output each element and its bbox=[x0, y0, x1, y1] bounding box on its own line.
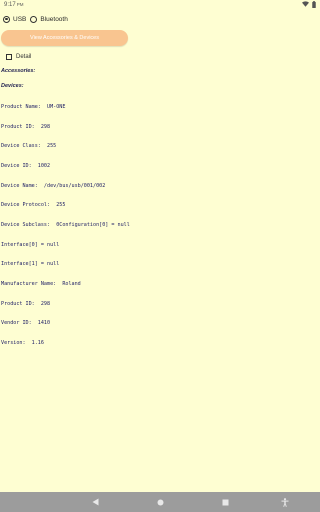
device-info-line: Device ID: 1002 bbox=[1, 163, 51, 170]
device-info-line: Device Class: 255 bbox=[1, 143, 57, 150]
recents-icon[interactable] bbox=[220, 497, 230, 507]
device-info-line: Product ID: 298 bbox=[1, 300, 51, 307]
app-screen: 9:17PM USB Bluetooth View Accessories & … bbox=[0, 0, 320, 512]
usb-radio-option[interactable]: USB bbox=[3, 15, 27, 23]
device-info-list: Product Name: UM-ONE Product ID: 298 Dev… bbox=[1, 91, 130, 359]
view-accessories-button[interactable]: View Accessories & Devices bbox=[1, 30, 128, 46]
device-info-line: Device Subclass: 0Configuration[0] = nul… bbox=[1, 221, 130, 228]
device-info-line: Product ID: 298 bbox=[1, 123, 51, 130]
status-icons bbox=[302, 0, 316, 10]
status-bar: 9:17PM bbox=[0, 0, 320, 10]
bluetooth-label: Bluetooth bbox=[40, 15, 68, 23]
device-info-line: Vendor ID: 1410 bbox=[1, 320, 51, 327]
detail-label: Detail bbox=[16, 54, 32, 60]
status-time: 9:17PM bbox=[4, 2, 23, 8]
back-icon[interactable] bbox=[90, 497, 100, 507]
navigation-bar bbox=[0, 492, 320, 512]
device-info-line: Manufacturer Name: Roland bbox=[1, 280, 81, 287]
detail-checkbox[interactable] bbox=[6, 54, 12, 60]
device-info-line: Product Name: UM-ONE bbox=[1, 104, 66, 111]
usb-label: USB bbox=[13, 15, 27, 23]
connection-radio-group: USB Bluetooth bbox=[3, 14, 72, 24]
home-icon[interactable] bbox=[155, 497, 165, 507]
bluetooth-radio-option[interactable]: Bluetooth bbox=[30, 15, 68, 23]
bluetooth-radio[interactable] bbox=[30, 15, 38, 23]
device-info-line: Interface[1] = null bbox=[1, 261, 60, 268]
battery-icon bbox=[312, 0, 316, 10]
status-time-value: 9:17 bbox=[4, 2, 16, 8]
devices-heading: Devices: bbox=[1, 83, 24, 89]
detail-checkbox-row[interactable]: Detail bbox=[6, 54, 31, 60]
usb-radio[interactable] bbox=[3, 15, 10, 23]
accessibility-icon[interactable] bbox=[280, 497, 290, 507]
wifi-icon bbox=[302, 1, 309, 9]
device-info-line: Interface[0] = null bbox=[1, 241, 60, 248]
device-info-line: Device Protocol: 255 bbox=[1, 202, 66, 209]
device-info-line: Version: 1.16 bbox=[1, 339, 44, 346]
device-info-line: Device Name: /dev/bus/usb/001/002 bbox=[1, 182, 106, 189]
status-time-suffix: PM bbox=[16, 2, 24, 7]
accessories-heading: Accessories: bbox=[1, 68, 36, 74]
